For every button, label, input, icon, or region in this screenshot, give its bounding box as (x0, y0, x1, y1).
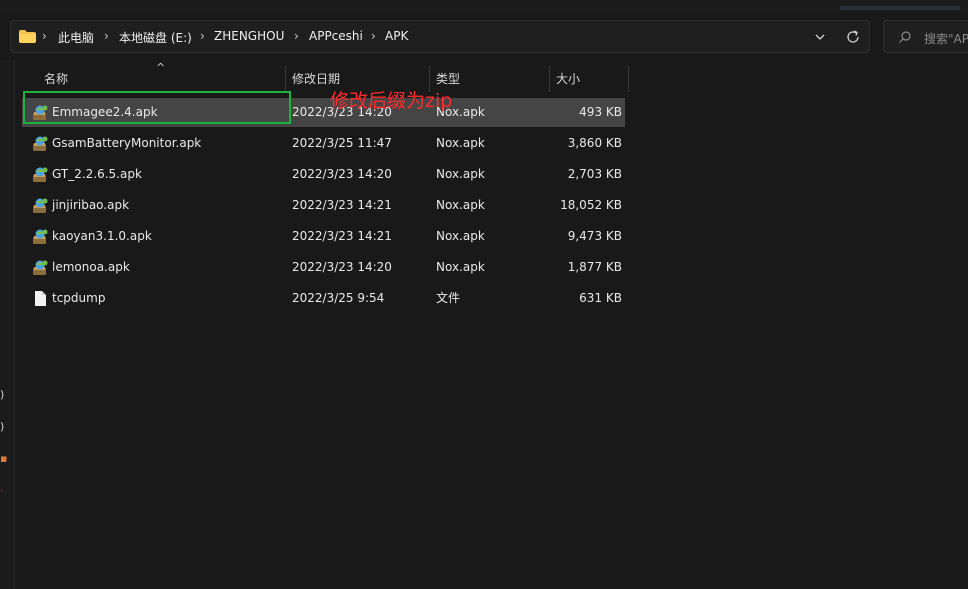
file-size: 18,052 KB (560, 198, 622, 212)
column-divider[interactable] (628, 66, 629, 92)
file-type: Nox.apk (436, 136, 485, 150)
file-name: GT_2.2.6.5.apk (52, 167, 142, 181)
file-type: 文件 (436, 291, 461, 305)
column-name-header[interactable]: 名称 (44, 62, 68, 94)
file-size: 493 KB (579, 105, 622, 119)
search-box[interactable]: 搜索"APK" (883, 20, 968, 53)
navigation-pane[interactable]: ) ) ▪ · (0, 60, 15, 589)
file-name: GsamBatteryMonitor.apk (52, 136, 202, 150)
breadcrumb-drive-e[interactable]: 本地磁盘 (E:) (119, 29, 192, 46)
file-type: Nox.apk (436, 260, 485, 274)
breadcrumb-appceshi[interactable]: APPceshi (309, 29, 363, 43)
file-date: 2022/3/25 11:47 (292, 136, 392, 150)
file-name: jinjiribao.apk (52, 198, 130, 212)
column-header: ^ 名称 修改日期 类型 大小 (14, 61, 634, 94)
file-date: 2022/3/23 14:20 (292, 260, 392, 274)
file-type: Nox.apk (436, 167, 485, 181)
file-name: kaoyan3.1.0.apk (52, 229, 152, 243)
title-strip (0, 0, 968, 12)
apk-icon (32, 197, 49, 214)
apk-icon (32, 166, 49, 183)
apk-icon (32, 228, 49, 245)
file-size: 3,860 KB (567, 136, 622, 150)
chevron-down-icon[interactable] (811, 27, 829, 47)
file-name: tcpdump (52, 291, 106, 305)
annotation-text: 修改后缀为zip (330, 90, 453, 112)
file-type: Nox.apk (436, 198, 485, 212)
file-name: lemonoa.apk (52, 260, 130, 274)
file-row[interactable]: GsamBatteryMonitor.apk 2022/3/25 11:47 Nox… (22, 129, 625, 158)
search-placeholder: 搜索"APK" (924, 32, 968, 46)
apk-icon (32, 259, 49, 276)
file-size: 1,877 KB (567, 260, 622, 274)
file-size: 9,473 KB (567, 229, 622, 243)
file-row[interactable]: kaoyan3.1.0.apk 2022/3/23 14:21 Nox.apk 9,4… (22, 222, 625, 251)
file-date: 2022/3/23 14:21 (292, 198, 392, 212)
breadcrumb-this-pc[interactable]: 此电脑 (58, 29, 94, 46)
chevron-right-icon[interactable]: › (42, 29, 47, 43)
breadcrumb-apk[interactable]: APK (385, 29, 408, 43)
file-type: Nox.apk (436, 229, 485, 243)
column-size-header[interactable]: 大小 (556, 62, 580, 94)
file-date: 2022/3/23 14:20 (292, 167, 392, 181)
apk-icon (32, 135, 49, 152)
file-row[interactable]: jinjiribao.apk 2022/3/23 14:21 Nox.apk 18,0… (22, 191, 625, 220)
column-divider[interactable] (549, 66, 550, 92)
file-row[interactable]: GT_2.2.6.5.apk 2022/3/23 14:20 Nox.apk 2,70… (22, 160, 625, 189)
breadcrumb-zhenghou[interactable]: ZHENGHOU (214, 29, 284, 43)
file-row[interactable]: lemonoa.apk 2022/3/23 14:20 Nox.apk 1,877 K… (22, 253, 625, 282)
folder-icon (19, 30, 36, 43)
file-size: 631 KB (579, 291, 622, 305)
sort-ascending-icon: ^ (156, 61, 166, 74)
file-row[interactable]: tcpdump 2022/3/25 9:54 文件 631 KB (22, 284, 625, 313)
column-divider[interactable] (285, 66, 286, 92)
search-icon (899, 31, 911, 43)
chevron-right-icon[interactable]: › (294, 29, 299, 43)
chevron-right-icon[interactable]: › (104, 29, 109, 43)
address-bar[interactable]: › 此电脑 › 本地磁盘 (E:) › ZHENGHOU › APPceshi … (10, 20, 870, 53)
file-date: 2022/3/23 14:21 (292, 229, 392, 243)
file-date: 2022/3/25 9:54 (292, 291, 385, 305)
chevron-right-icon[interactable]: › (371, 29, 376, 43)
file-icon (32, 290, 49, 307)
refresh-icon[interactable] (843, 27, 863, 47)
highlight-box (23, 91, 291, 124)
chevron-right-icon[interactable]: › (200, 29, 205, 43)
file-size: 2,703 KB (567, 167, 622, 181)
